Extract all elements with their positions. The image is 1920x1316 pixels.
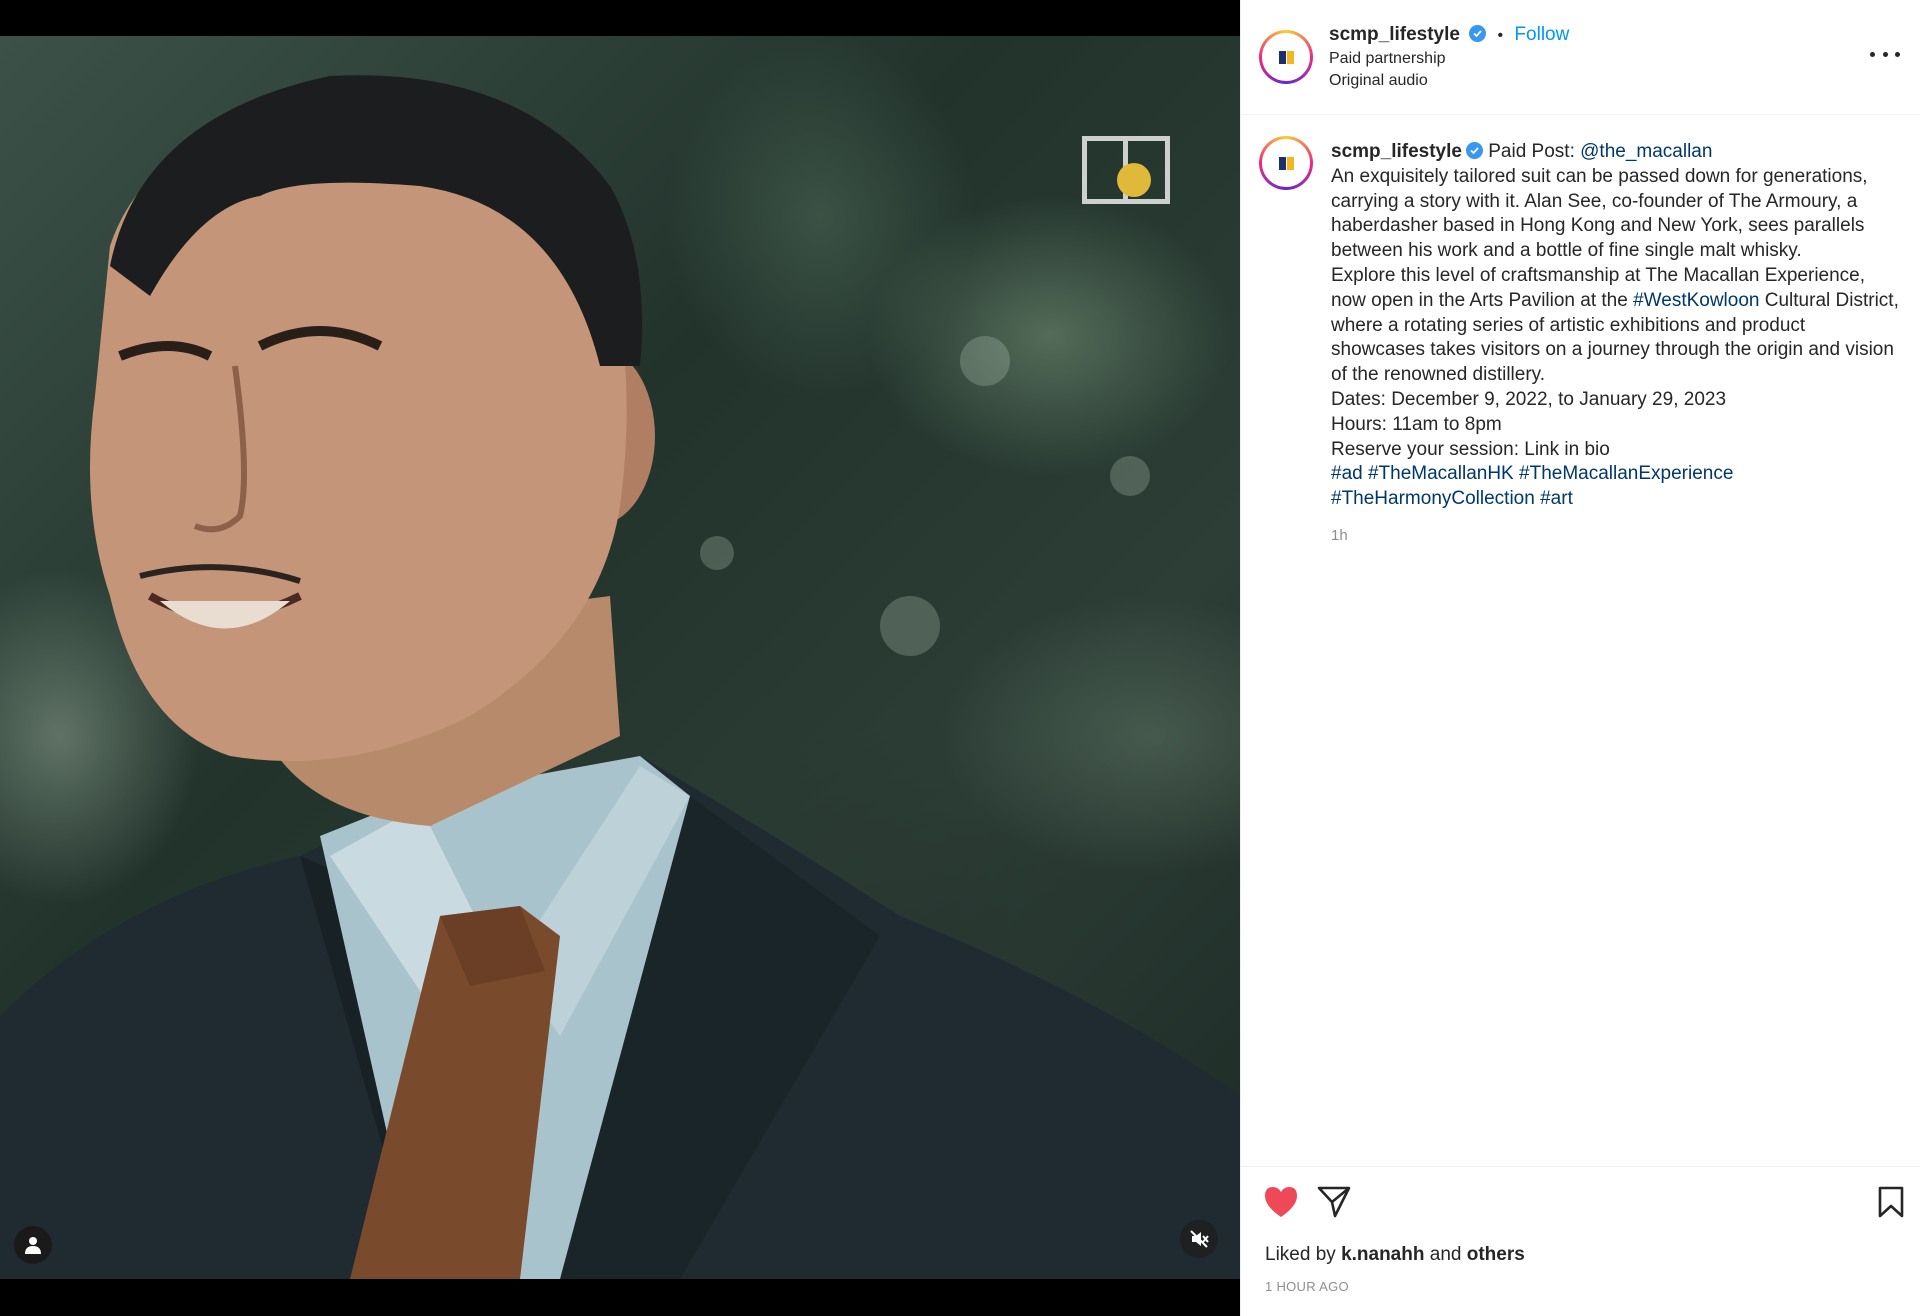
save-button[interactable] <box>1877 1185 1905 1224</box>
hashtag-link[interactable]: #ad <box>1331 463 1363 484</box>
brand-watermark-icon <box>1082 136 1170 204</box>
reel-video[interactable] <box>0 36 1240 1279</box>
speaker-muted-icon <box>1190 1230 1209 1248</box>
post-media <box>0 0 1240 1316</box>
share-button[interactable] <box>1317 1185 1351 1224</box>
header-user-line: scmp_lifestyle • Follow <box>1329 24 1569 46</box>
event-dates: Dates: December 9, 2022, to January 29, … <box>1331 388 1727 410</box>
post-details-panel: scmp_lifestyle • Follow Paid partnership… <box>1240 0 1920 1316</box>
likes-summary: Liked by k.nanahh and others <box>1265 1244 1525 1266</box>
more-options-button[interactable] <box>1870 44 1900 64</box>
caption-timestamp[interactable]: 1h <box>1331 524 1901 549</box>
post-header: scmp_lifestyle • Follow Paid partnership… <box>1241 0 1920 115</box>
and-label: and <box>1429 1244 1462 1265</box>
hashtag-link[interactable]: #TheMacallanHK <box>1368 463 1514 484</box>
user-icon <box>25 1237 41 1254</box>
watermark-dot <box>1117 163 1151 197</box>
others-link[interactable]: others <box>1467 1244 1525 1265</box>
reserve-info: Reserve your session: Link in bio <box>1331 438 1610 460</box>
paid-post-label: Paid Post: <box>1488 141 1575 162</box>
brand-logo-icon <box>1278 50 1294 64</box>
event-hours: Hours: 11am to 8pm <box>1331 413 1502 435</box>
separator-dot: • <box>1497 27 1504 44</box>
send-icon <box>1317 1186 1351 1218</box>
hashtag-list: #ad #TheMacallanHK #TheMacallanExperienc… <box>1331 462 1901 512</box>
subject-figure <box>0 75 1240 1279</box>
post-actions: Liked by k.nanahh and others 1 HOUR AGO <box>1241 1166 1920 1316</box>
caption-paragraph: Explore this level of craftsmanship at T… <box>1331 264 1899 386</box>
follow-button[interactable]: Follow <box>1514 24 1569 45</box>
hashtag-link[interactable]: #TheMacallanExperience <box>1519 463 1733 484</box>
original-audio-link[interactable]: Original audio <box>1329 72 1428 90</box>
avatar[interactable] <box>1259 30 1313 84</box>
verified-badge-icon <box>1465 142 1483 159</box>
hashtag-link[interactable]: #TheHarmonyCollection <box>1331 488 1535 509</box>
hashtag-link[interactable]: #WestKowloon <box>1633 290 1759 311</box>
mention-link[interactable]: @the_macallan <box>1580 141 1712 162</box>
verified-badge-icon <box>1469 25 1487 42</box>
mute-toggle-button[interactable] <box>1180 1220 1218 1258</box>
caption-username-link[interactable]: scmp_lifestyle <box>1331 141 1462 162</box>
brand-logo-icon <box>1278 156 1294 170</box>
caption-avatar[interactable] <box>1259 136 1313 190</box>
paid-partnership-label[interactable]: Paid partnership <box>1329 50 1446 68</box>
liked-by-label: Liked by <box>1265 1244 1336 1265</box>
avatar-inner <box>1262 33 1310 81</box>
caption-paragraph: An exquisitely tailored suit can be pass… <box>1331 165 1868 262</box>
tagged-users-button[interactable] <box>14 1226 52 1264</box>
post-timestamp[interactable]: 1 HOUR AGO <box>1265 1279 1349 1294</box>
like-button[interactable] <box>1263 1185 1299 1224</box>
username-link[interactable]: scmp_lifestyle <box>1329 24 1460 45</box>
more-options-icon <box>1870 51 1875 57</box>
heart-icon <box>1265 1187 1297 1217</box>
bookmark-icon <box>1878 1186 1904 1218</box>
caption-text: scmp_lifestyle Paid Post: @the_macallan … <box>1331 140 1901 549</box>
hashtag-link[interactable]: #art <box>1540 488 1573 509</box>
liker-username-link[interactable]: k.nanahh <box>1341 1244 1424 1265</box>
